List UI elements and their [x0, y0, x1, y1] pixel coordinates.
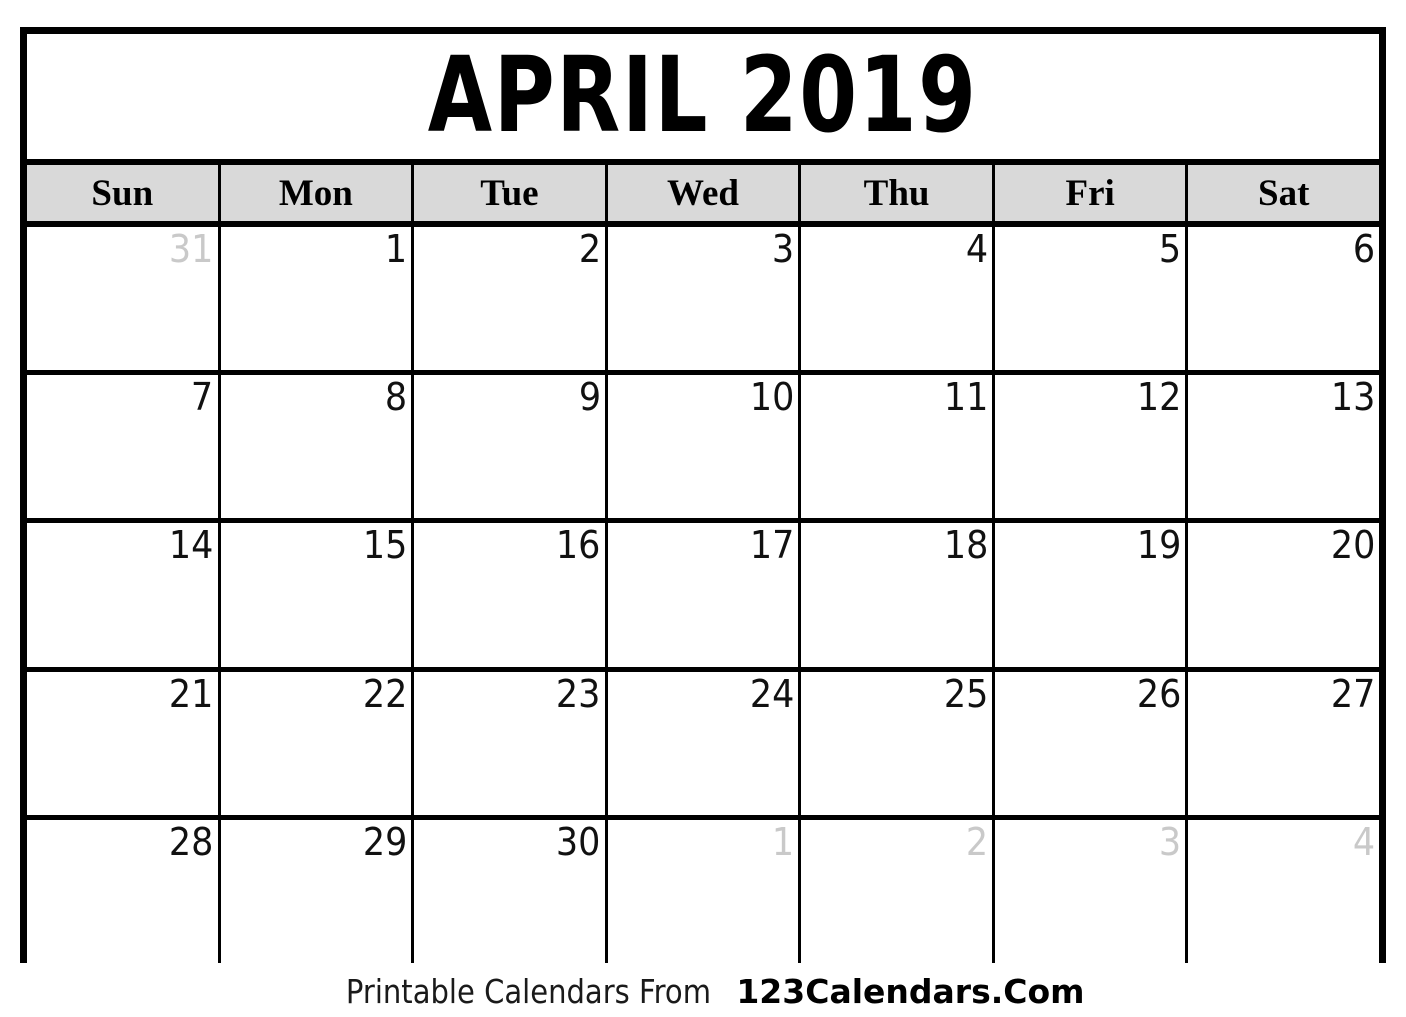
day-number: 4 — [965, 227, 988, 271]
calendar-page: APRIL 2019 Sun Mon Tue Wed Thu Fri Sat 3… — [0, 0, 1406, 1017]
day-number: 17 — [749, 523, 795, 568]
week-row: 7 8 9 10 11 12 13 — [27, 375, 1380, 524]
calendar-weeks: 31 1 2 3 4 5 6 7 8 9 10 11 12 13 14 15 1… — [27, 227, 1380, 964]
day-number: 21 — [169, 671, 214, 716]
day-cell[interactable]: 4 — [801, 227, 995, 371]
day-cell[interactable]: 15 — [220, 523, 415, 667]
day-number: 19 — [1136, 523, 1182, 568]
day-cell[interactable]: 25 — [801, 671, 995, 815]
day-number: 5 — [1159, 227, 1182, 271]
week-row: 31 1 2 3 4 5 6 — [27, 227, 1380, 376]
day-cell[interactable]: 22 — [220, 671, 415, 815]
day-cell[interactable]: 17 — [607, 523, 802, 667]
day-number: 10 — [749, 375, 795, 420]
day-cell[interactable]: 20 — [1188, 523, 1380, 667]
weekday-label: Tue — [480, 172, 539, 214]
day-number: 3 — [1159, 819, 1182, 864]
day-number: 2 — [578, 227, 601, 271]
day-cell[interactable]: 26 — [994, 671, 1189, 815]
week-row: 14 15 16 17 18 19 20 — [27, 523, 1380, 672]
day-number: 3 — [772, 227, 795, 271]
day-cell[interactable]: 21 — [27, 671, 221, 815]
weekday-label: Mon — [278, 172, 353, 214]
week-row: 21 22 23 24 25 26 27 — [27, 671, 1380, 820]
day-number: 14 — [169, 523, 214, 568]
day-cell[interactable]: 11 — [801, 375, 995, 519]
day-number: 4 — [1352, 819, 1376, 864]
day-number: 27 — [1330, 671, 1376, 716]
weekday-header-fri: Fri — [994, 165, 1189, 221]
day-cell[interactable]: 1 — [607, 819, 802, 964]
day-number: 13 — [1330, 375, 1376, 420]
day-number: 8 — [384, 375, 408, 420]
day-cell[interactable]: 28 — [27, 819, 221, 964]
day-cell[interactable]: 19 — [994, 523, 1189, 667]
day-cell[interactable]: 5 — [994, 227, 1189, 371]
day-number: 23 — [556, 671, 601, 716]
day-cell[interactable]: 1 — [220, 227, 415, 371]
day-number: 28 — [169, 819, 214, 864]
day-cell[interactable]: 16 — [414, 523, 608, 667]
day-number: 15 — [362, 523, 408, 568]
weekday-header-thu: Thu — [801, 165, 995, 221]
day-cell[interactable]: 9 — [414, 375, 608, 519]
week-row: 28 29 30 1 2 3 4 — [27, 819, 1380, 964]
weekday-label: Sun — [91, 172, 154, 214]
footer-brand-link[interactable]: 123Calendars.Com — [736, 975, 1084, 1008]
day-number: 2 — [965, 819, 988, 864]
day-cell[interactable]: 2 — [801, 819, 995, 964]
footer-prefix-text: Printable Calendars From — [346, 972, 712, 1011]
day-cell[interactable]: 4 — [1188, 819, 1380, 964]
day-cell[interactable]: 10 — [607, 375, 802, 519]
page-title: APRIL 2019 — [428, 34, 978, 156]
day-cell[interactable]: 27 — [1188, 671, 1380, 815]
calendar-frame: APRIL 2019 Sun Mon Tue Wed Thu Fri Sat 3… — [20, 27, 1386, 964]
day-cell[interactable]: 2 — [414, 227, 608, 371]
day-cell[interactable]: 8 — [220, 375, 415, 519]
day-number: 12 — [1136, 375, 1182, 420]
day-number: 30 — [556, 819, 601, 864]
weekday-header-mon: Mon — [220, 165, 415, 221]
day-number: 1 — [772, 819, 795, 864]
day-number: 29 — [362, 819, 408, 864]
day-cell[interactable]: 31 — [27, 227, 221, 371]
weekday-header-sun: Sun — [27, 165, 221, 221]
weekday-label: Thu — [863, 172, 930, 214]
weekday-label: Wed — [667, 172, 739, 214]
day-number: 9 — [578, 375, 601, 420]
day-number: 11 — [943, 375, 988, 420]
day-number: 22 — [362, 671, 408, 716]
weekday-label: Sat — [1258, 172, 1310, 214]
day-number: 7 — [191, 375, 214, 420]
day-cell[interactable]: 23 — [414, 671, 608, 815]
day-cell[interactable]: 30 — [414, 819, 608, 964]
day-cell[interactable]: 3 — [607, 227, 802, 371]
weekday-header-sat: Sat — [1188, 165, 1380, 221]
day-cell[interactable]: 29 — [220, 819, 415, 964]
weekday-label: Fri — [1065, 172, 1115, 214]
day-number: 26 — [1136, 671, 1182, 716]
day-number: 18 — [943, 523, 988, 568]
day-cell[interactable]: 13 — [1188, 375, 1380, 519]
weekday-header-row: Sun Mon Tue Wed Thu Fri Sat — [27, 165, 1380, 227]
day-number: 25 — [943, 671, 988, 716]
day-number: 16 — [556, 523, 601, 568]
day-number: 1 — [384, 227, 408, 271]
day-number: 6 — [1352, 227, 1376, 271]
day-number: 20 — [1330, 523, 1376, 568]
weekday-header-wed: Wed — [607, 165, 802, 221]
day-cell[interactable]: 7 — [27, 375, 221, 519]
day-cell[interactable]: 18 — [801, 523, 995, 667]
day-number: 31 — [169, 227, 214, 271]
day-cell[interactable]: 24 — [607, 671, 802, 815]
day-cell[interactable]: 3 — [994, 819, 1189, 964]
weekday-header-tue: Tue — [414, 165, 608, 221]
day-cell[interactable]: 14 — [27, 523, 221, 667]
footer: Printable Calendars From 123Calendars.Co… — [0, 966, 1406, 1017]
day-cell[interactable]: 6 — [1188, 227, 1380, 371]
calendar-title-band: APRIL 2019 — [27, 34, 1379, 165]
day-cell[interactable]: 12 — [994, 375, 1189, 519]
day-number: 24 — [749, 671, 795, 716]
